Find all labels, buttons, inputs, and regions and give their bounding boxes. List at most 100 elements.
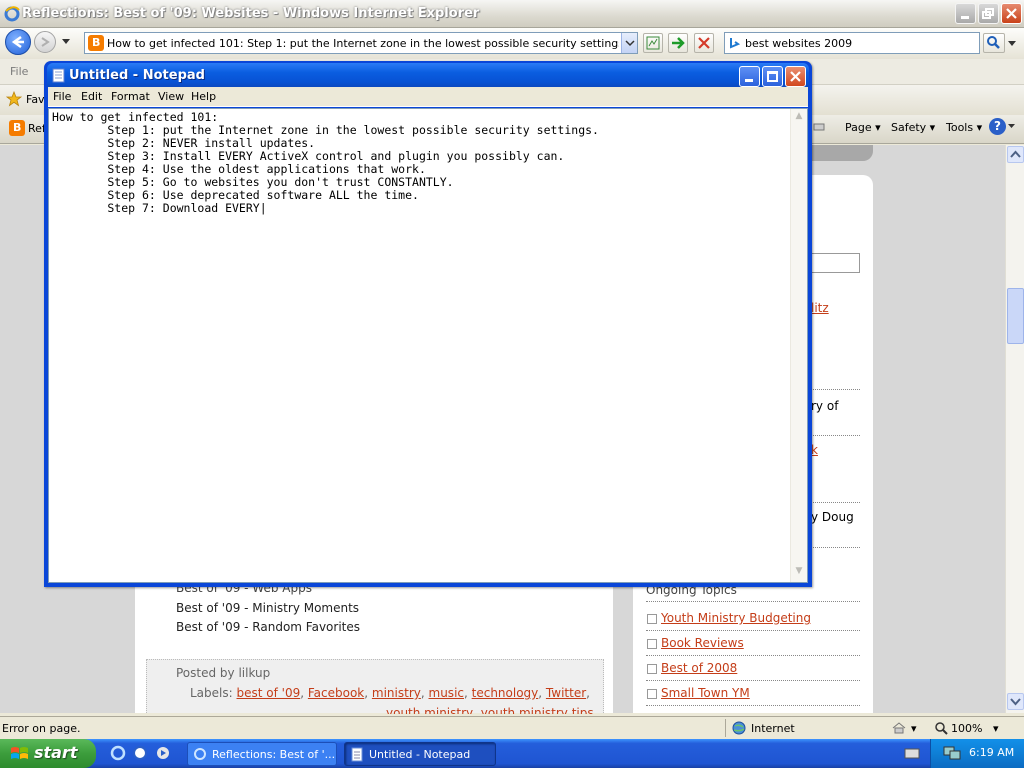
notepad-menu-file[interactable]: File: [53, 90, 71, 103]
system-tray: 6:19 AM: [930, 739, 1024, 768]
go-button[interactable]: [668, 33, 688, 53]
ie-minimize-button[interactable]: [955, 3, 976, 24]
sidebar-fragment: ry of: [811, 399, 839, 413]
notepad-menu-format[interactable]: Format: [111, 90, 150, 103]
label-link[interactable]: Facebook: [308, 686, 364, 700]
help-icon[interactable]: ?: [989, 118, 1006, 135]
protected-mode-icon[interactable]: [891, 721, 907, 735]
notepad-scroll-down-icon[interactable]: ▼: [793, 566, 805, 580]
notepad-menu-edit[interactable]: Edit: [81, 90, 102, 103]
notepad-text-area[interactable]: How to get infected 101: Step 1: put the…: [48, 108, 808, 583]
notepad-minimize-button[interactable]: [739, 66, 760, 87]
zone-label: Internet: [751, 722, 795, 735]
address-text: How to get infected 101: Step 1: put the…: [107, 37, 619, 50]
notepad-menu-view[interactable]: View: [158, 90, 184, 103]
ie-restore-button[interactable]: [978, 3, 999, 24]
ie-close-button[interactable]: [1001, 3, 1022, 24]
topic-link[interactable]: Youth Ministry Budgeting: [647, 611, 811, 625]
address-dropdown-icon[interactable]: [621, 33, 637, 53]
stop-button[interactable]: [694, 33, 714, 53]
zoom-dropdown-icon[interactable]: ▾: [993, 722, 999, 735]
sidebar-divider: [646, 655, 860, 656]
sidebar-fragment: y Doug: [811, 510, 854, 524]
search-input: best websites 2009: [745, 37, 853, 50]
topic-link[interactable]: Small Town YM: [647, 686, 750, 700]
sidebar-divider: [646, 705, 860, 706]
ie-title-bar: Reflections: Best of '09: Websites - Win…: [0, 0, 1024, 28]
clock: 6:19 AM: [969, 746, 1015, 759]
label-link[interactable]: best of '09: [237, 686, 301, 700]
notepad-menu-help[interactable]: Help: [191, 90, 216, 103]
page-scrollbar[interactable]: [1005, 145, 1024, 713]
label-link[interactable]: technology: [472, 686, 539, 700]
notepad-menu-bar: File Edit Format View Help: [48, 87, 808, 107]
taskbar: [0, 739, 1024, 768]
status-text: Error on page.: [2, 722, 81, 735]
task-notepad-icon: [351, 747, 363, 762]
quicklaunch-ie-icon[interactable]: [110, 745, 126, 761]
sidebar-fragment[interactable]: litz: [811, 301, 829, 315]
notepad-close-button[interactable]: [785, 66, 806, 87]
post-labels: Labels: best of '09, Facebook, ministry,…: [190, 686, 590, 700]
task-ie-window[interactable]: Reflections: Best of '...: [187, 742, 337, 766]
safety-menu[interactable]: Safety ▾: [891, 121, 935, 134]
label-link[interactable]: youth ministry: [386, 706, 473, 714]
label-link[interactable]: music: [429, 686, 464, 700]
topic-link[interactable]: Best of 2008: [646, 661, 737, 675]
quicklaunch-media-icon[interactable]: [155, 745, 171, 761]
sidebar-divider: [646, 630, 860, 631]
notepad-text: How to get infected 101: Step 1: put the…: [52, 110, 599, 215]
notepad-scrollbar[interactable]: ▲ ▼: [790, 109, 807, 582]
sidebar-fragment[interactable]: k: [811, 443, 818, 457]
sidebar-divider: [646, 601, 860, 602]
blogger-tab-icon: B: [9, 120, 25, 136]
notepad-title-bar[interactable]: Untitled - Notepad: [47, 63, 809, 87]
favorites-label[interactable]: Fav: [26, 93, 45, 106]
blogger-favicon-icon: B: [88, 35, 104, 51]
label-link[interactable]: ministry: [372, 686, 421, 700]
print-icon[interactable]: [812, 119, 826, 133]
notepad-maximize-button[interactable]: [762, 66, 783, 87]
favorites-star-icon[interactable]: [6, 91, 22, 107]
posted-by: Posted by lilkup: [176, 666, 271, 680]
address-bar[interactable]: B How to get infected 101: Step 1: put t…: [84, 32, 638, 54]
quicklaunch-ie2-icon[interactable]: [132, 745, 148, 761]
menu-file[interactable]: File: [10, 65, 28, 78]
keyboard-tray-icon[interactable]: [904, 746, 920, 760]
task-ie-icon: [194, 748, 206, 760]
network-tray-icon[interactable]: [943, 745, 961, 761]
windows-logo-icon: [11, 747, 28, 759]
help-dropdown-icon[interactable]: [1008, 124, 1015, 129]
post-link-random-favorites[interactable]: Best of '09 - Random Favorites: [176, 620, 360, 634]
label-link[interactable]: Twitter: [546, 686, 586, 700]
start-button[interactable]: start: [0, 739, 96, 768]
internet-zone-icon: [732, 721, 746, 735]
ie-icon: [4, 6, 20, 22]
zoom-level[interactable]: 100%: [951, 722, 982, 735]
post-labels-overflow: youth ministry, youth ministry tips: [386, 706, 606, 714]
scroll-up-arrow-icon[interactable]: [1007, 146, 1024, 163]
ie-window-title: Reflections: Best of '09: Websites - Win…: [22, 6, 480, 21]
compatibility-view-icon[interactable]: [643, 33, 663, 53]
page-menu[interactable]: Page ▾: [845, 121, 881, 134]
label-link[interactable]: youth ministry tips: [481, 706, 594, 714]
zoom-icon[interactable]: [934, 721, 948, 735]
post-link-ministry-moments[interactable]: Best of '09 - Ministry Moments: [176, 601, 359, 615]
notepad-window-title: Untitled - Notepad: [69, 68, 205, 83]
history-dropdown-icon[interactable]: [61, 38, 71, 46]
search-box[interactable]: best websites 2009: [724, 32, 980, 54]
task-notepad-window[interactable]: Untitled - Notepad: [344, 742, 496, 766]
notepad-icon: [52, 68, 65, 83]
tools-menu[interactable]: Tools ▾: [946, 121, 982, 134]
forward-button[interactable]: [34, 31, 56, 53]
sidebar-divider: [646, 680, 860, 681]
search-options-icon[interactable]: [1008, 41, 1016, 47]
protected-dropdown-icon[interactable]: ▾: [911, 722, 917, 735]
back-button[interactable]: [5, 29, 31, 55]
scroll-thumb[interactable]: [1007, 288, 1024, 344]
bing-icon: [730, 38, 741, 49]
search-button[interactable]: [983, 33, 1005, 53]
notepad-scroll-up-icon[interactable]: ▲: [793, 111, 805, 125]
scroll-down-arrow-icon[interactable]: [1007, 693, 1024, 710]
topic-link[interactable]: Book Reviews: [647, 636, 744, 650]
